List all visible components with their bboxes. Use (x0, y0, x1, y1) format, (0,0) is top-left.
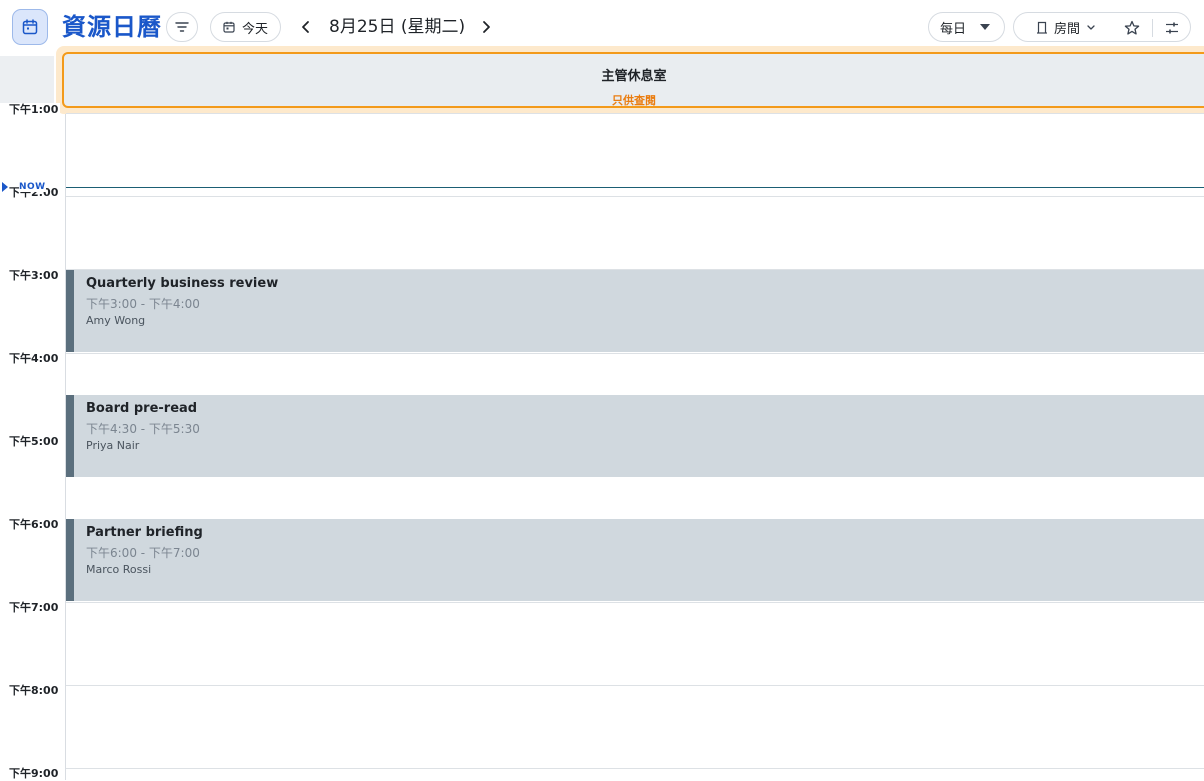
hour-gridline (66, 113, 1204, 114)
hour-label: 下午7:00 (9, 601, 61, 615)
event-organizer: Marco Rossi (86, 563, 152, 576)
app-title: 資源日曆 (62, 13, 162, 41)
toolbar-divider (1152, 19, 1153, 37)
caret-down-icon (980, 24, 991, 30)
hour-gridline (66, 353, 1204, 354)
resource-column-header: 主管休息室 只供查閱 (56, 46, 1204, 114)
favorite-button[interactable] (1122, 18, 1142, 38)
today-button[interactable]: 今天 (210, 12, 281, 42)
room-icon (1037, 21, 1047, 34)
today-label: 今天 (242, 21, 269, 37)
current-time-marker-icon (2, 182, 8, 192)
hour-label: 下午6:00 (9, 518, 61, 532)
chevron-left-icon (302, 21, 309, 33)
star-icon (1124, 20, 1140, 35)
event-title: Quarterly business review (86, 276, 279, 291)
hour-gridline (66, 602, 1204, 603)
event-organizer: Amy Wong (86, 314, 146, 327)
hour-label: 下午3:00 (9, 269, 61, 283)
chevron-down-icon (1087, 24, 1095, 30)
current-time-label: NOW (19, 182, 46, 192)
room-filter-label: 房間 (1054, 21, 1081, 37)
room-filter-dropdown[interactable]: 房間 (1036, 18, 1096, 37)
calendar-icon (22, 19, 38, 35)
read-only-badge: 只供查閱 (612, 94, 656, 107)
previous-day-button[interactable] (295, 14, 317, 40)
event-card[interactable]: Board pre-read 下午4:30 - 下午5:30 Priya Nai… (66, 395, 1204, 477)
event-time: 下午4:30 - 下午5:30 (86, 422, 200, 436)
chevron-right-icon (483, 21, 490, 33)
view-mode-dropdown[interactable]: 每日 (928, 12, 1005, 42)
event-title: Board pre-read (86, 401, 198, 416)
event-time: 下午3:00 - 下午4:00 (86, 297, 200, 311)
calendar-small-icon (223, 21, 235, 33)
resource-header-card[interactable]: 主管休息室 只供查閱 (62, 52, 1204, 108)
calendar-app-button[interactable] (12, 9, 48, 45)
event-time: 下午6:00 - 下午7:00 (86, 546, 200, 560)
hour-gridline (66, 768, 1204, 769)
filter-icon (175, 22, 189, 32)
toolbar-right-group: 房間 (1013, 12, 1191, 42)
event-card[interactable]: Partner briefing 下午6:00 - 下午7:00 Marco R… (66, 519, 1204, 601)
hour-label: 下午9:00 (9, 767, 61, 781)
event-title: Partner briefing (86, 525, 203, 540)
event-card[interactable]: Quarterly business review 下午3:00 - 下午4:0… (66, 270, 1204, 352)
current-time-line (66, 187, 1204, 188)
hour-gridline (66, 685, 1204, 686)
hour-label: 下午5:00 (9, 435, 61, 449)
current-date-label: 8月25日 (星期二) (329, 17, 466, 37)
day-grid[interactable]: 下午1:00 下午2:00 下午3:00 下午4:00 下午5:00 下午6:0… (0, 103, 1204, 781)
view-mode-label: 每日 (940, 21, 967, 37)
resource-name: 主管休息室 (601, 69, 667, 84)
hour-label: 下午1:00 (9, 103, 61, 117)
settings-button[interactable] (1162, 18, 1182, 38)
time-gutter-corner (0, 56, 54, 103)
next-day-button[interactable] (475, 14, 497, 40)
sliders-icon (1166, 22, 1178, 34)
hour-label: 下午4:00 (9, 352, 61, 366)
event-organizer: Priya Nair (86, 439, 140, 452)
hour-label: 下午8:00 (9, 684, 61, 698)
hour-gridline (66, 196, 1204, 197)
filter-button[interactable] (166, 12, 198, 42)
